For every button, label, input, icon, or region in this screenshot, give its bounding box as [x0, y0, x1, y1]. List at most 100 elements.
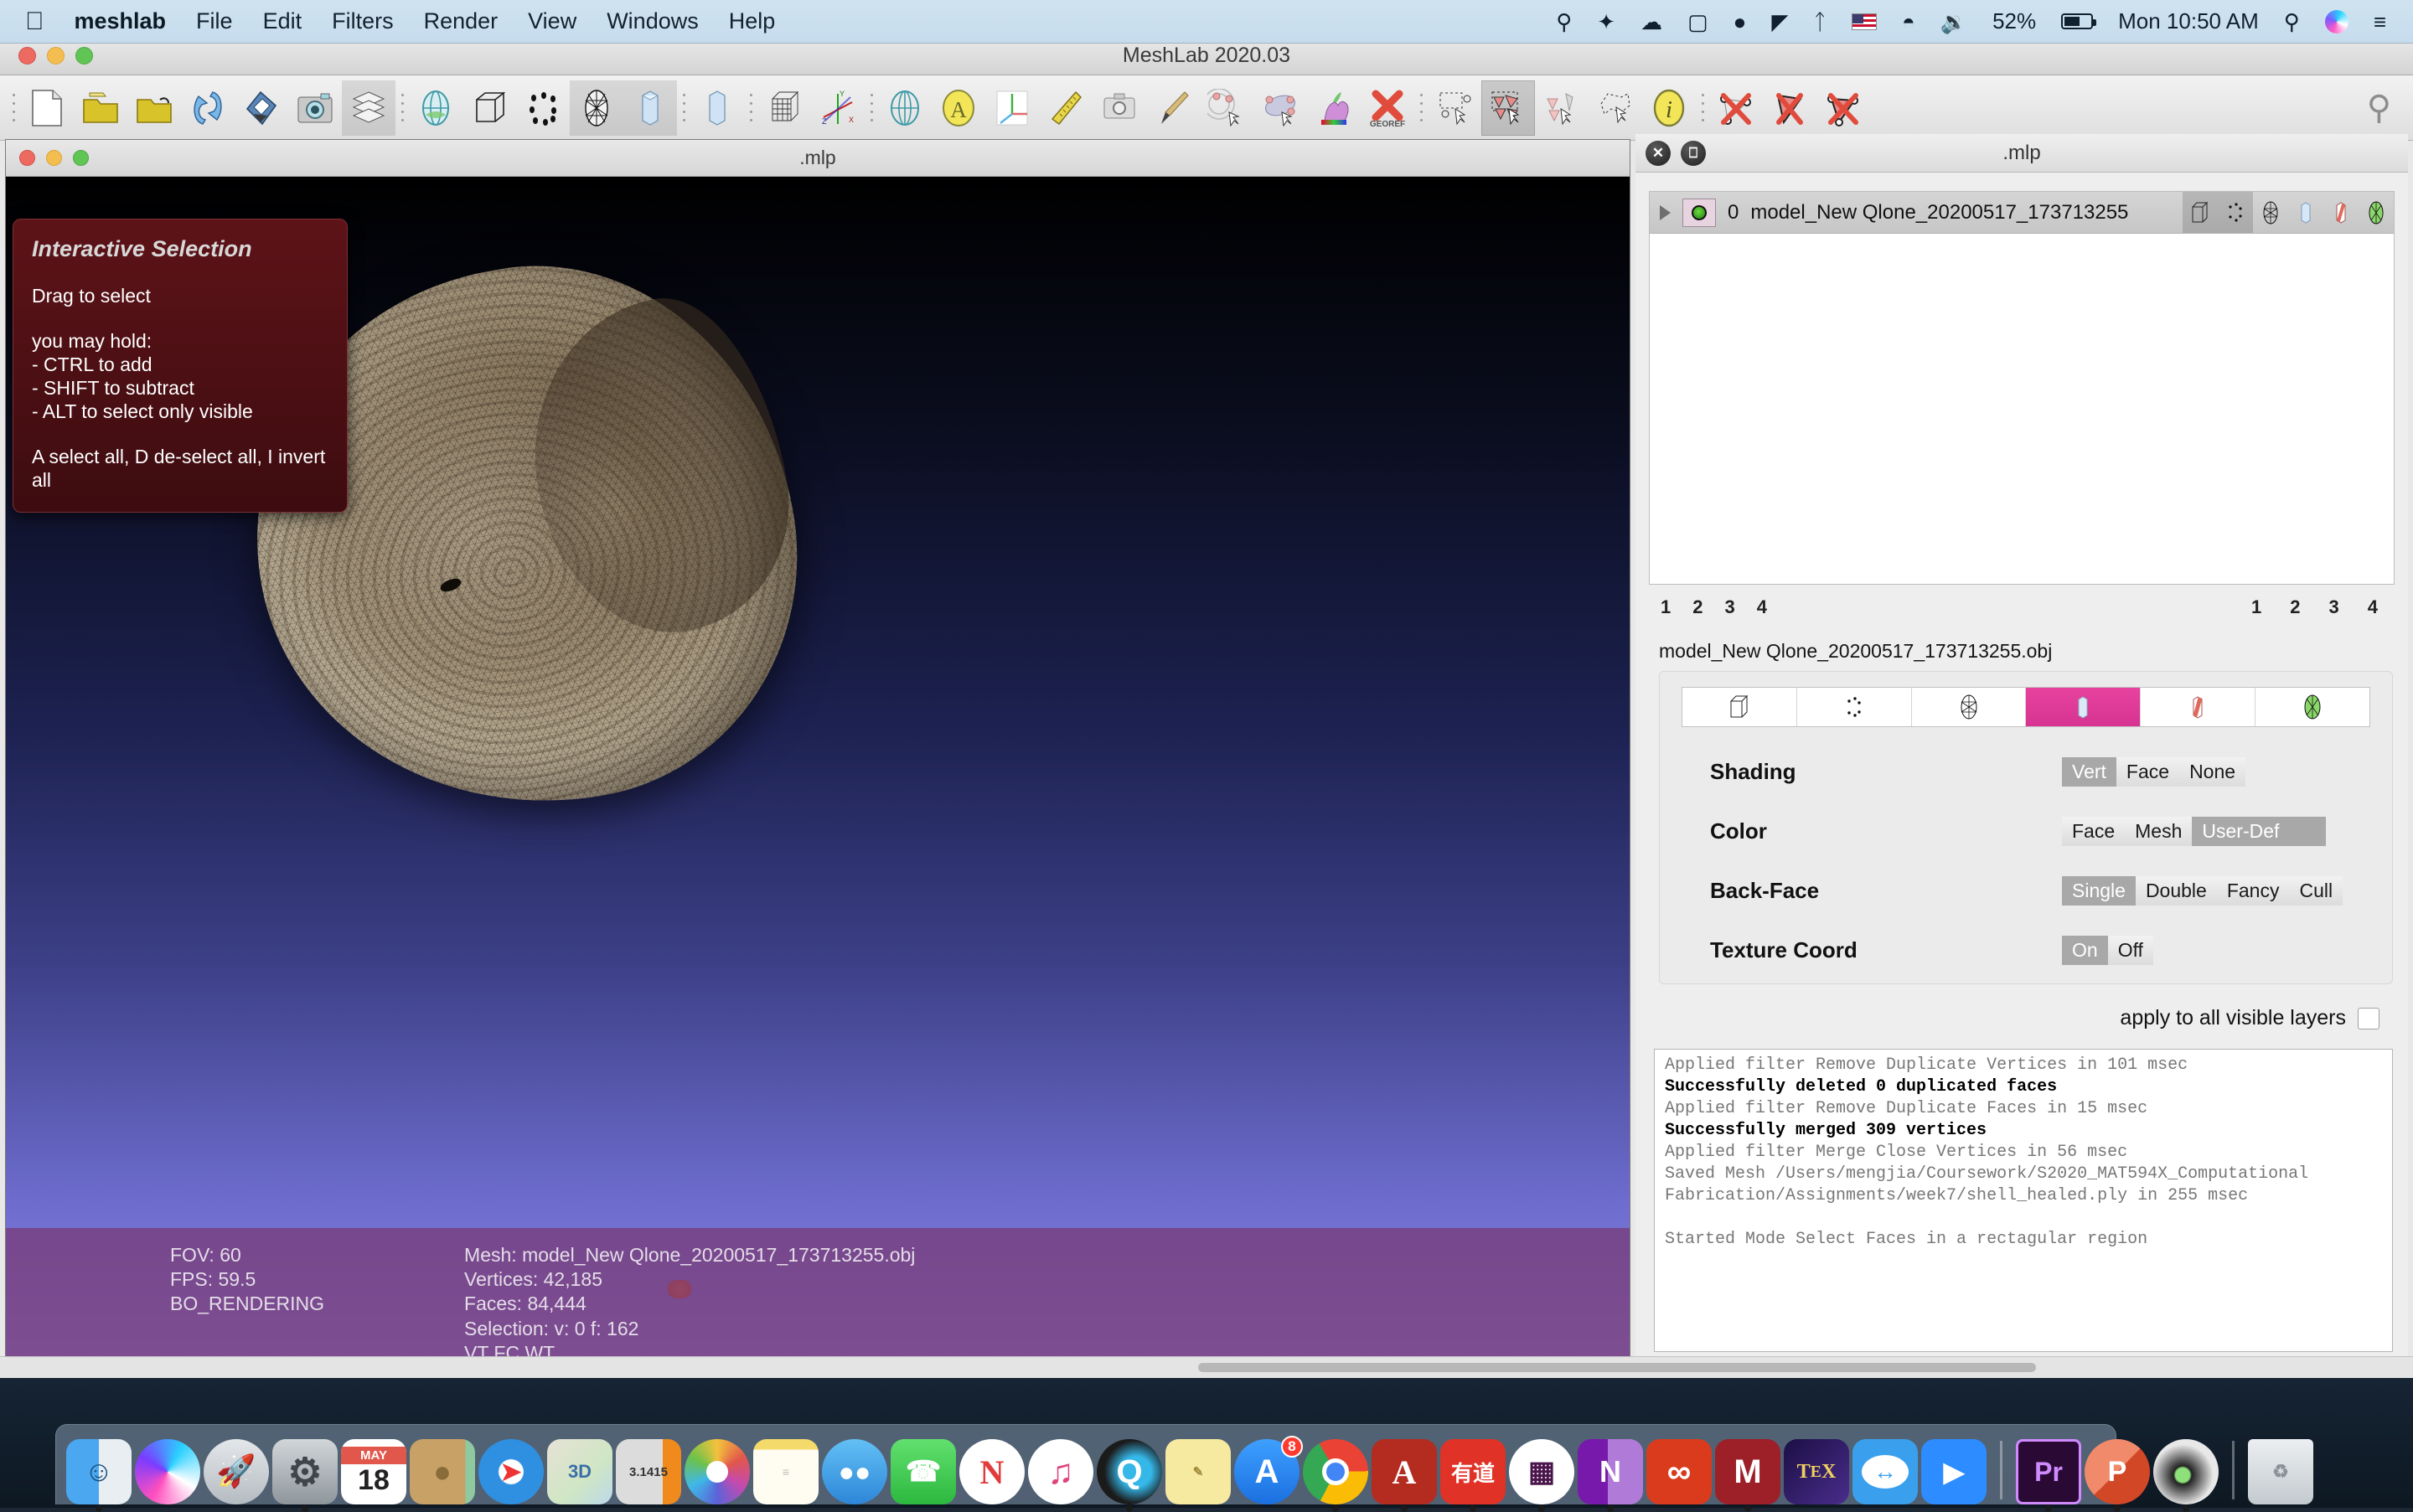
menu-bar-clock[interactable]: Mon 10:50 AM [2118, 8, 2259, 34]
show-trackball-icon[interactable] [409, 80, 462, 136]
flat-icon[interactable] [2288, 192, 2323, 233]
show-text-labels-icon[interactable]: A [932, 80, 985, 136]
system-preferences-icon[interactable]: ⚙ [272, 1439, 338, 1504]
select-vertices-rect-icon[interactable] [1428, 80, 1481, 136]
delete-selected-vertices-icon[interactable] [1709, 80, 1763, 136]
siri-icon[interactable] [2325, 10, 2348, 34]
zoom-icon[interactable]: ▶ [1921, 1439, 1987, 1504]
menu-item-help[interactable]: Help [729, 8, 776, 34]
z-painting-icon[interactable] [1146, 80, 1200, 136]
texture-coord-segmented-control[interactable]: On Off [2062, 936, 2153, 965]
menu-item-file[interactable]: File [196, 8, 233, 34]
scrollbar-thumb[interactable] [1198, 1363, 2036, 1372]
messages-icon[interactable]: ●● [822, 1439, 887, 1504]
bounding-box-mode-icon[interactable] [1682, 688, 1797, 726]
layer-name[interactable]: model_New Qlone_20200517_173713255 [1750, 201, 2128, 224]
select-connected-icon[interactable] [1535, 80, 1589, 136]
shading-option-none[interactable]: None [2179, 757, 2245, 787]
volume-icon[interactable]: 🔉 [1940, 11, 1967, 33]
calendar-icon[interactable]: MAY18 [341, 1439, 406, 1504]
render-mode-toolbar[interactable] [1682, 687, 2370, 727]
finder-icon[interactable]: ☺ [66, 1439, 132, 1504]
color-option-face[interactable]: Face [2062, 817, 2125, 846]
texshop-icon[interactable]: TEX [1784, 1439, 1849, 1504]
quicktime-icon[interactable]: Q [1097, 1439, 1162, 1504]
dropbox-icon[interactable]: ✦ [1597, 11, 1615, 33]
raster-alignment-icon[interactable] [1093, 80, 1146, 136]
layer-render-icons[interactable] [2183, 192, 2394, 233]
snapshot-icon[interactable] [288, 80, 342, 136]
wireframe-mode-icon[interactable] [1912, 688, 2027, 726]
shading-option-face[interactable]: Face [2116, 757, 2179, 787]
slack-icon[interactable]: ▦ [1509, 1439, 1574, 1504]
toolbar-search-icon[interactable]: ⚲ [2367, 89, 2391, 127]
news-icon[interactable]: N [959, 1439, 1025, 1504]
show-wireframe-icon[interactable] [570, 80, 623, 136]
notes-icon[interactable]: ≡ [753, 1439, 819, 1504]
color-picker-icon[interactable] [1307, 80, 1361, 136]
launchpad-icon[interactable]: 🚀 [204, 1439, 269, 1504]
georeference-icon[interactable]: GEOREF [1361, 80, 1414, 136]
bluetooth-icon[interactable]: ᛏ [1813, 11, 1827, 33]
back-face-option-cull[interactable]: Cull [2289, 876, 2343, 906]
wireframe-icon[interactable] [2253, 192, 2288, 233]
texture-icon[interactable] [2359, 192, 2394, 233]
youdao-dict-icon[interactable]: 有道 [1440, 1439, 1506, 1504]
evernote-icon[interactable]: ● [1734, 11, 1747, 33]
safari-icon[interactable]: ➤ [478, 1439, 544, 1504]
search-icon[interactable]: ⚲ [2284, 11, 2300, 33]
texture-coord-option-off[interactable]: Off [2108, 936, 2153, 965]
premiere-pro-icon[interactable]: Pr [2016, 1439, 2081, 1504]
menu-item-windows[interactable]: Windows [607, 8, 699, 34]
align-tool-icon[interactable] [1253, 80, 1307, 136]
onedrive-icon[interactable]: ☁ [1641, 11, 1662, 33]
measuring-tool-icon[interactable] [1039, 80, 1093, 136]
show-layer-dialog-icon[interactable] [342, 80, 395, 136]
color-option-user-def[interactable]: User-Def [2192, 817, 2289, 846]
spotlight-assist-icon[interactable]: ⚲ [1556, 11, 1572, 33]
open-project-icon[interactable] [74, 80, 127, 136]
menu-item-view[interactable]: View [528, 8, 576, 34]
select-faces-rect-icon[interactable] [1481, 80, 1535, 136]
menu-item-render[interactable]: Render [424, 8, 499, 34]
itunes-icon[interactable]: ♫ [1028, 1439, 1093, 1504]
layer-list[interactable]: 0 model_New Qlone_20200517_173713255 [1649, 191, 2395, 585]
mac-dock[interactable]: ☺ 🚀 ⚙ MAY18 ● ➤ 3D 3.1415 ≡ ●● ☎ N ♫ Q ✎… [55, 1424, 2116, 1504]
bounding-box-icon[interactable] [2183, 192, 2218, 233]
creative-cloud-icon[interactable]: ∞ [1646, 1439, 1712, 1504]
back-face-segmented-control[interactable]: Single Double Fancy Cull [2062, 876, 2343, 906]
smooth-icon[interactable] [2323, 192, 2359, 233]
show-axis-icon[interactable]: YXZ [811, 80, 865, 136]
us-flag-icon[interactable] [1852, 13, 1877, 30]
contacts-icon[interactable]: ● [410, 1439, 475, 1504]
points-mode-icon[interactable] [1797, 688, 1912, 726]
show-normals-icon[interactable] [878, 80, 932, 136]
battery-icon[interactable] [2061, 13, 2093, 29]
app-store-icon[interactable]: A8 [1234, 1439, 1300, 1504]
powerpoint-icon[interactable]: P [2085, 1439, 2150, 1504]
siri-icon[interactable] [135, 1439, 200, 1504]
opengl-viewport[interactable]: Interactive Selection Drag to select you… [6, 177, 1630, 1366]
meshlab-icon[interactable] [2153, 1439, 2219, 1504]
reload-icon[interactable] [181, 80, 235, 136]
stickies-icon[interactable]: ✎ [1165, 1439, 1231, 1504]
mendeley-icon[interactable]: M [1715, 1439, 1780, 1504]
wifi-icon[interactable]: ◓ [1902, 11, 1915, 33]
log-console[interactable]: Applied filter Remove Duplicate Vertices… [1654, 1049, 2393, 1352]
shading-option-vert[interactable]: Vert [2062, 757, 2116, 787]
chrome-icon[interactable] [1303, 1439, 1368, 1504]
eye-icon[interactable] [1682, 199, 1716, 227]
new-project-icon[interactable] [20, 80, 74, 136]
back-face-option-double[interactable]: Double [2136, 876, 2217, 906]
chevron-right-icon[interactable] [1660, 205, 1671, 220]
color-swatch[interactable] [2289, 817, 2326, 846]
show-bounding-box-icon[interactable] [462, 80, 516, 136]
apple-icon[interactable]:  [25, 9, 44, 34]
photos-icon[interactable] [685, 1439, 750, 1504]
show-flat-shading-icon[interactable] [623, 80, 677, 136]
calculator-icon[interactable]: 3.1415 [616, 1439, 681, 1504]
delete-faces-and-vertices-icon[interactable] [1816, 80, 1870, 136]
save-mesh-icon[interactable] [235, 80, 288, 136]
points-icon[interactable] [2218, 192, 2253, 233]
show-smooth-shading-icon[interactable] [690, 80, 744, 136]
